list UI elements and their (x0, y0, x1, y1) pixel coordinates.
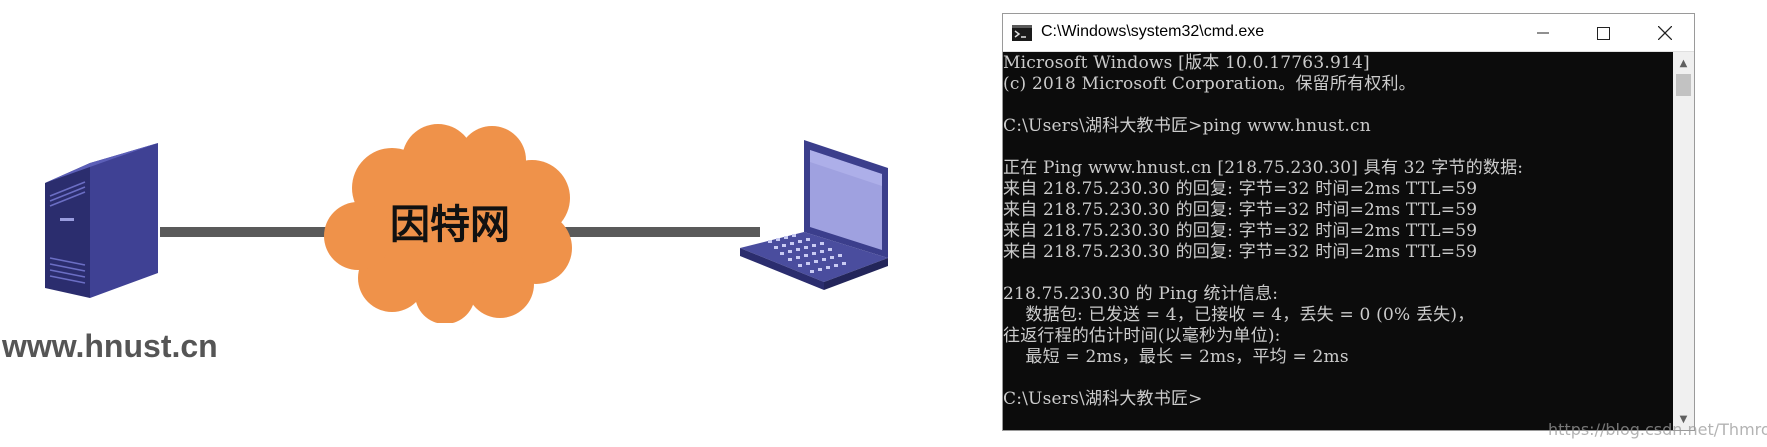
scroll-thumb[interactable] (1676, 74, 1691, 96)
scroll-up-arrow-icon[interactable]: ▲ (1673, 54, 1694, 72)
vertical-scrollbar[interactable]: ▲ ▼ (1673, 52, 1694, 430)
console-line: 218.75.230.30 的 Ping 统计信息: (1003, 284, 1279, 304)
console-line: 往返行程的估计时间(以毫秒为单位): (1003, 326, 1281, 346)
cmd-window[interactable]: C:\Windows\system32\cmd.exe Microsoft Wi… (1002, 13, 1695, 431)
network-diagram: 因特网 www.hnust.cn (0, 0, 960, 447)
maximize-button[interactable] (1573, 14, 1633, 52)
server-hostname-label: www.hnust.cn (2, 328, 218, 364)
console-prompt: C:\Users\湖科大教书匠> (1003, 389, 1203, 409)
console-line: 来自 218.75.230.30 的回复: 字节=32 时间=2ms TTL=5… (1003, 242, 1478, 262)
link-server-cloud (160, 227, 340, 237)
console-output[interactable]: Microsoft Windows [版本 10.0.17763.914] (c… (1003, 52, 1673, 430)
maximize-icon (1596, 26, 1610, 40)
console-line: C:\Users\湖科大教书匠>ping www.hnust.cn (1003, 116, 1371, 136)
console-line: 正在 Ping www.hnust.cn [218.75.230.30] 具有 … (1003, 158, 1524, 178)
console-line: 来自 218.75.230.30 的回复: 字节=32 时间=2ms TTL=5… (1003, 221, 1478, 241)
server-icon (45, 143, 158, 298)
minimize-icon (1537, 32, 1549, 34)
console-line: Microsoft Windows [版本 10.0.17763.914] (1003, 53, 1370, 73)
console-line: 来自 218.75.230.30 的回复: 字节=32 时间=2ms TTL=5… (1003, 200, 1478, 220)
console-line: 最短 = 2ms，最长 = 2ms，平均 = 2ms (1003, 347, 1349, 367)
cmd-app-icon (1012, 25, 1032, 41)
laptop-icon (740, 140, 888, 290)
internet-label: 因特网 (390, 201, 510, 248)
watermark-url: https://blog.csdn.net/Thmrod__ (1548, 420, 1767, 439)
titlebar[interactable]: C:\Windows\system32\cmd.exe (1003, 14, 1694, 52)
minimize-button[interactable] (1513, 14, 1573, 52)
console-line: 数据包: 已发送 = 4，已接收 = 4，丢失 = 0 (0% 丢失)， (1003, 305, 1475, 325)
link-cloud-laptop (560, 227, 760, 237)
window-title: C:\Windows\system32\cmd.exe (1041, 23, 1265, 40)
console-line: (c) 2018 Microsoft Corporation。保留所有权利。 (1003, 74, 1416, 94)
console-line: 来自 218.75.230.30 的回复: 字节=32 时间=2ms TTL=5… (1003, 179, 1478, 199)
close-icon (1658, 26, 1672, 40)
close-button[interactable] (1635, 14, 1695, 52)
